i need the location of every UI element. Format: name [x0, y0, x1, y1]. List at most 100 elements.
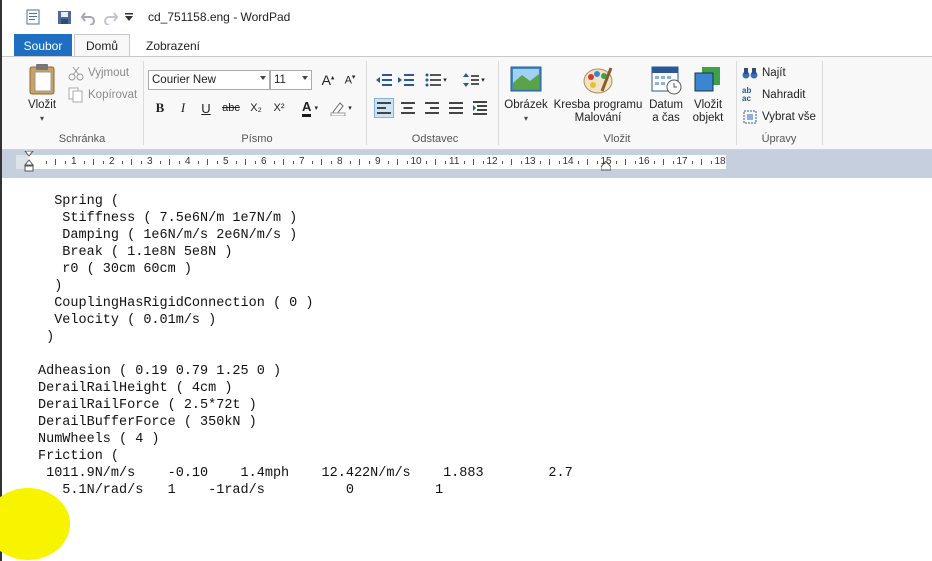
- align-right-button[interactable]: [422, 98, 442, 118]
- underline-button[interactable]: U: [196, 98, 216, 118]
- paste-dropdown-icon[interactable]: ▾: [22, 112, 62, 125]
- line-spacing-button[interactable]: ▾: [460, 70, 488, 90]
- font-family-select[interactable]: Courier New: [148, 70, 270, 90]
- ruler-tick: [397, 159, 398, 165]
- cut-button[interactable]: Vyjmout: [68, 65, 129, 81]
- picture-icon: [510, 66, 542, 92]
- tab-view[interactable]: Zobrazení: [138, 34, 208, 57]
- ruler-tick: [634, 161, 636, 164]
- binoculars-icon: [742, 65, 758, 81]
- ruler-tick: [159, 161, 161, 164]
- decrease-indent-button[interactable]: [374, 70, 394, 90]
- highlight-color-button[interactable]: ▾: [326, 98, 356, 118]
- ruler-tick: [330, 161, 332, 164]
- ruler-tick: [368, 161, 370, 164]
- select-all-button[interactable]: Vybrat vše: [742, 109, 816, 125]
- bullet-list-button[interactable]: ▾: [422, 70, 450, 90]
- paint-label-line2: Malování: [574, 112, 622, 124]
- indent-marker-icon[interactable]: [24, 151, 34, 175]
- scissors-icon: [68, 65, 84, 81]
- copy-button[interactable]: Kopírovat: [68, 87, 137, 103]
- customize-icon[interactable]: [122, 8, 136, 26]
- ruler-tick: [121, 161, 123, 164]
- datetime-label-line1: Datum: [649, 99, 683, 111]
- title-bar: cd_751158.eng - WordPad: [2, 0, 932, 34]
- editing-group-label: Úpravy: [761, 133, 797, 145]
- ruler-tick: [520, 161, 522, 164]
- tab-home[interactable]: Domů: [74, 34, 130, 57]
- justify-icon: [449, 102, 463, 114]
- save-icon[interactable]: [55, 8, 73, 26]
- ruler-tick: [292, 161, 294, 164]
- highlighter-icon: [330, 102, 346, 116]
- subscript-button[interactable]: X₂: [246, 98, 266, 118]
- font-color-button[interactable]: A ▾: [296, 98, 324, 118]
- chevron-down-icon: ▾: [314, 105, 318, 112]
- superscript-button[interactable]: X²: [269, 98, 289, 118]
- ruler-tick: [283, 159, 284, 165]
- calendar-clock-icon: [651, 66, 682, 95]
- redo-icon[interactable]: [101, 8, 119, 26]
- ruler-tick: [549, 159, 550, 165]
- grow-font-button[interactable]: A▴: [318, 70, 338, 90]
- paragraph-button[interactable]: [470, 98, 490, 118]
- ruler-tick: [197, 161, 199, 164]
- ruler-number: 10: [410, 156, 422, 167]
- ruler-tick: [511, 159, 512, 165]
- align-center-button[interactable]: [398, 98, 418, 118]
- replace-button[interactable]: ab ac Nahradit: [742, 87, 805, 103]
- line-spacing-icon: [463, 73, 480, 87]
- ruler-tick: [701, 159, 702, 165]
- italic-button[interactable]: I: [173, 98, 193, 118]
- insert-picture-button[interactable]: Obrázek ▾: [502, 65, 550, 125]
- grow-font-icon: A▴: [321, 72, 335, 88]
- insert-object-button[interactable]: Vložit objekt: [688, 65, 728, 125]
- ruler-tick: [178, 161, 180, 164]
- increase-indent-button[interactable]: [396, 70, 416, 90]
- ruler-tick: [349, 161, 351, 164]
- strikethrough-button[interactable]: abc: [221, 98, 241, 118]
- ruler-tick: [406, 161, 408, 164]
- separator: [143, 61, 144, 145]
- window-title: cd_751158.eng - WordPad: [148, 10, 291, 24]
- app-menu-icon[interactable]: [24, 8, 42, 26]
- ruler-tick: [273, 161, 275, 164]
- align-right-icon: [425, 102, 439, 114]
- ruler-number: 3: [147, 156, 153, 167]
- ruler-number: 4: [185, 156, 191, 167]
- paste-button[interactable]: Vložit ▾: [22, 63, 62, 125]
- ruler-tick: [83, 161, 85, 164]
- ruler-tick: [311, 161, 313, 164]
- ruler[interactable]: 1 2 3 4 5 6 7 8 9 10 11 12 13 14 15 16 17 18: [16, 151, 726, 172]
- ruler-tick: [131, 159, 132, 165]
- ruler-tick: [501, 161, 503, 164]
- replace-icon: ab ac: [742, 86, 752, 103]
- separator: [366, 61, 367, 145]
- ruler-tick: [663, 159, 664, 165]
- ruler-number: 5: [223, 156, 229, 167]
- font-size-select[interactable]: 11: [270, 70, 312, 90]
- chevron-down-icon: ▾: [481, 77, 485, 84]
- ruler-tick: [169, 159, 170, 165]
- justify-button[interactable]: [446, 98, 466, 118]
- bold-button[interactable]: B: [150, 98, 170, 118]
- ruler-tick: [625, 159, 626, 165]
- shrink-font-button[interactable]: A▾: [340, 70, 360, 90]
- object-label-line1: Vložit: [693, 99, 723, 111]
- date-time-button[interactable]: Datum a čas: [646, 65, 686, 125]
- document-text[interactable]: Spring ( Stiffness ( 7.5e6N/m 1e7N/m ) D…: [38, 193, 573, 499]
- ruler-tick: [254, 161, 256, 164]
- outdent-icon: [376, 74, 392, 86]
- paint-palette-icon: [583, 67, 613, 94]
- ruler-number: 14: [562, 156, 574, 167]
- tab-file[interactable]: Soubor: [14, 34, 72, 57]
- ruler-tick: [435, 159, 436, 165]
- paint-drawing-button[interactable]: Kresba programu Malování: [552, 65, 644, 125]
- find-button[interactable]: Najít: [742, 65, 786, 81]
- undo-icon[interactable]: [79, 8, 97, 26]
- picture-dropdown-icon[interactable]: ▾: [502, 112, 550, 125]
- separator: [498, 61, 499, 145]
- ruler-number: 17: [676, 156, 688, 167]
- document-area[interactable]: Spring ( Stiffness ( 7.5e6N/m 1e7N/m ) D…: [2, 178, 932, 561]
- align-left-button[interactable]: [374, 98, 394, 118]
